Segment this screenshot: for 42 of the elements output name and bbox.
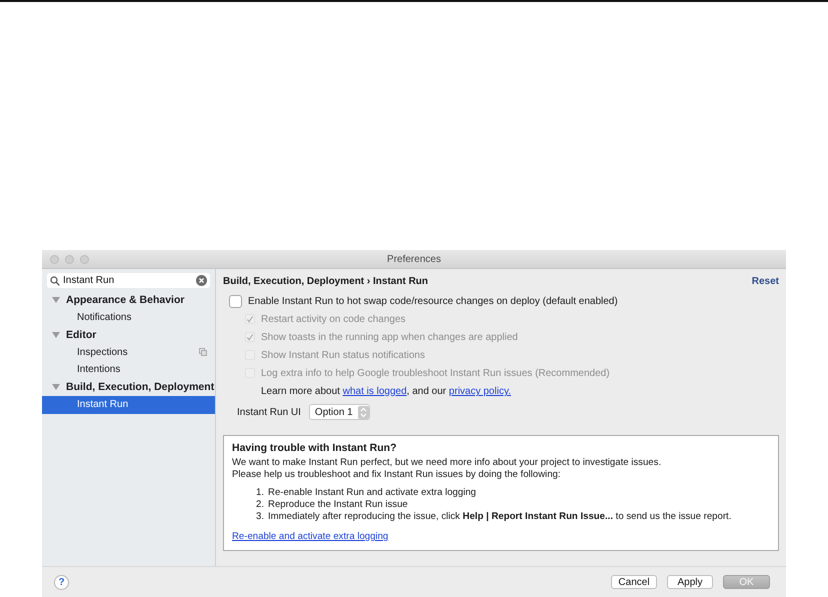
stepper-icon: [358, 406, 369, 418]
privacy-policy-link[interactable]: privacy policy.: [448, 386, 511, 397]
step-number: 2.: [256, 499, 264, 511]
clear-icon[interactable]: [196, 275, 207, 286]
search-input[interactable]: Instant Run: [63, 275, 193, 286]
checkbox-label: Show toasts in the running app when changes are applied: [261, 332, 518, 342]
panel-text: We want to make Instant Run perfect, but we need more info about your project to investigate issues.: [232, 457, 662, 469]
help-button[interactable]: ?: [54, 574, 69, 590]
field-label: Instant Run UI: [237, 406, 301, 418]
tree-item[interactable]: Intentions: [42, 361, 215, 378]
tree-item[interactable]: Build, Execution, Deployment: [42, 378, 215, 396]
reset-link[interactable]: Reset: [752, 276, 779, 287]
expand-icon[interactable]: [52, 330, 60, 339]
expand-icon[interactable]: [52, 383, 60, 392]
step-text: Re-enable Instant Run and activate extra logging: [268, 487, 476, 499]
breadcrumb: Build, Execution, Deployment › Instant Run: [223, 276, 428, 287]
tree-item[interactable]: Appearance & Behavior: [42, 291, 215, 308]
checkbox-label: Log extra info to help Google troubleshoot Instant Run issues (Recommended): [261, 368, 610, 378]
checkbox-label: Show Instant Run status notifications: [261, 350, 425, 360]
expand-icon[interactable]: [52, 296, 60, 304]
learn-more-text: Learn more about what is logged, and our privacy policy.: [260, 385, 512, 399]
checkbox-label: Enable Instant Run to hot swap code/resource changes on deploy (default enabled): [248, 296, 618, 306]
tree-item[interactable]: Editor: [42, 326, 215, 344]
panel-text: Please help us troubleshoot and fix Instant Run issues by doing the following:: [232, 469, 562, 481]
step-number: 1.: [256, 487, 264, 499]
option-dropdown[interactable]: Option 1: [308, 404, 370, 420]
tree-item[interactable]: Notifications: [42, 308, 215, 326]
search-field[interactable]: Instant Run: [47, 273, 210, 288]
checkbox-label: Restart activity on code changes: [261, 314, 406, 324]
dialog-button[interactable]: Apply: [667, 575, 713, 589]
step-text: Reproduce the Instant Run issue: [268, 499, 408, 511]
window-title: Preferences: [387, 254, 441, 264]
step-text: Immediately after reproducing the issue, click Help | Report Instant Run Issue... to send us the issue report.: [268, 511, 732, 523]
tree-item[interactable]: Instant Run: [42, 396, 215, 414]
re-enable-link[interactable]: Re-enable and activate extra logging: [232, 531, 388, 542]
search-icon: [50, 276, 60, 286]
tree-item[interactable]: Inspections: [42, 344, 215, 361]
what-is-logged-link[interactable]: what is logged: [342, 386, 407, 397]
step-number: 3.: [256, 511, 264, 523]
dialog-button[interactable]: Cancel: [611, 575, 657, 589]
checkbox[interactable]: [229, 294, 242, 308]
panel-title: Having trouble with Instant Run?: [232, 442, 398, 454]
